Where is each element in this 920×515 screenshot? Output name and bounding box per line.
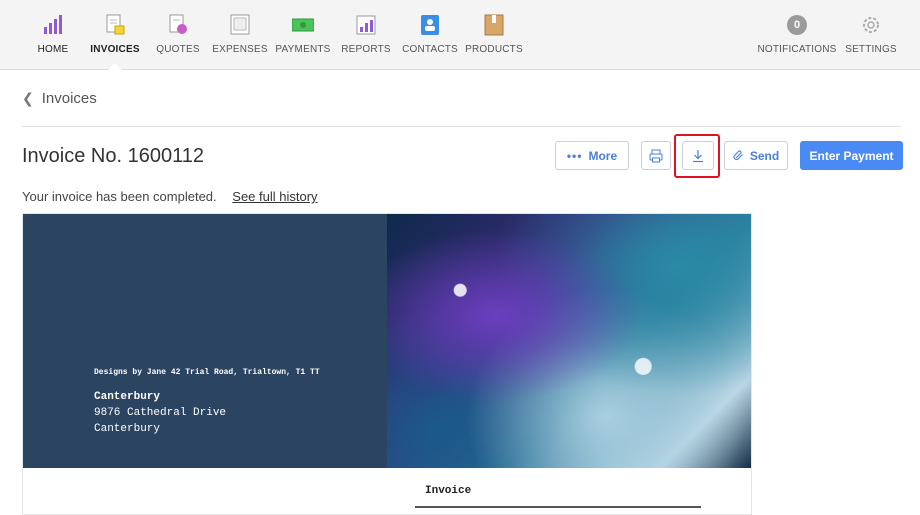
notification-count-badge: 0	[787, 15, 807, 35]
nav-reports-label: REPORTS	[341, 44, 391, 55]
invoice-preview: Designs by Jane 42 Trial Road, Trialtown…	[22, 213, 752, 515]
chevron-left-icon: ❮	[22, 90, 34, 106]
enter-payment-label: Enter Payment	[809, 148, 894, 163]
nav-quotes-label: QUOTES	[156, 44, 200, 55]
nav-payments[interactable]: PAYMENTS	[273, 0, 333, 70]
nav-expenses-label: EXPENSES	[212, 44, 268, 55]
nav-payments-label: PAYMENTS	[275, 44, 331, 55]
send-button[interactable]: Send	[724, 141, 788, 170]
status-message: Your invoice has been completed. See ful…	[22, 189, 318, 204]
recipient-name: Canterbury	[94, 391, 161, 403]
printer-icon	[649, 149, 663, 162]
nav-settings[interactable]: SETTINGS	[842, 0, 900, 70]
nav-notifications-label: NOTIFICATIONS	[757, 44, 837, 55]
status-text: Your invoice has been completed.	[22, 189, 217, 204]
sender-address: Designs by Jane 42 Trial Road, Trialtown…	[94, 368, 320, 377]
send-button-label: Send	[749, 148, 780, 163]
invoices-icon	[106, 14, 125, 35]
breadcrumb-invoices-link[interactable]: Invoices	[42, 90, 97, 107]
download-icon	[693, 149, 703, 162]
enter-payment-button[interactable]: Enter Payment	[800, 141, 903, 170]
nav-quotes[interactable]: QUOTES	[148, 0, 208, 70]
nav-products-label: PRODUCTS	[465, 44, 523, 55]
paperclip-icon	[733, 150, 743, 161]
more-dots-icon: •••	[566, 148, 583, 163]
header-divider	[22, 126, 902, 127]
nav-home-label: HOME	[37, 44, 69, 55]
nav-settings-label: SETTINGS	[845, 44, 897, 55]
page-title: Invoice No. 1600112	[22, 145, 204, 167]
quotes-icon	[169, 14, 187, 34]
nav-expenses[interactable]: EXPENSES	[210, 0, 270, 70]
nav-contacts-label: CONTACTS	[402, 44, 458, 55]
reports-icon	[356, 15, 376, 35]
expenses-icon	[230, 14, 250, 35]
home-bar-chart-icon	[44, 15, 62, 34]
top-navigation: HOME INVOICES QUOTES EXPENSES PAYMENTS R…	[0, 0, 920, 71]
recipient-street: 9876 Cathedral Drive	[94, 407, 227, 419]
more-button-label: More	[588, 148, 618, 163]
see-full-history-link[interactable]: See full history	[232, 189, 317, 204]
print-button[interactable]	[641, 141, 671, 170]
nav-invoices[interactable]: INVOICES	[85, 0, 145, 71]
payments-icon	[292, 18, 314, 32]
active-tab-caret	[107, 63, 123, 71]
recipient-city: Canterbury	[94, 423, 161, 435]
invoice-heading-rule	[415, 506, 701, 508]
nav-products[interactable]: PRODUCTS	[463, 0, 525, 70]
nav-invoices-label: INVOICES	[90, 44, 140, 55]
nav-notifications[interactable]: 0 NOTIFICATIONS	[757, 0, 837, 70]
recipient-address: Canterbury 9876 Cathedral Drive Canterbu…	[94, 389, 226, 437]
products-icon	[484, 14, 504, 36]
download-button[interactable]	[682, 141, 714, 170]
nav-reports[interactable]: REPORTS	[336, 0, 396, 70]
contacts-icon	[421, 15, 439, 35]
nav-home[interactable]: HOME	[23, 0, 83, 70]
more-button[interactable]: ••• More	[555, 141, 629, 170]
invoice-header-image	[387, 214, 751, 468]
invoice-document-heading: Invoice	[425, 485, 472, 497]
nav-contacts[interactable]: CONTACTS	[399, 0, 461, 70]
gear-icon	[863, 17, 879, 33]
invoice-header-panel: Designs by Jane 42 Trial Road, Trialtown…	[23, 214, 387, 468]
breadcrumb[interactable]: ❮ Invoices	[22, 90, 97, 107]
